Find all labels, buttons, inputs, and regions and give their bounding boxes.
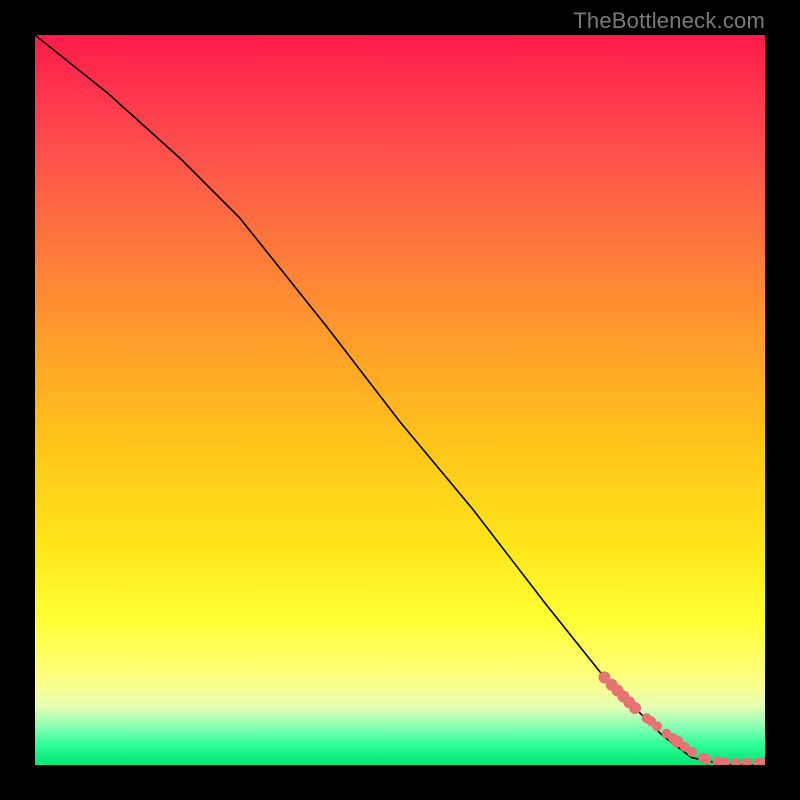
sample-point xyxy=(652,721,662,731)
sample-point xyxy=(731,758,741,765)
sample-point xyxy=(742,758,752,765)
chart-frame: TheBottleneck.com xyxy=(0,0,800,800)
sample-point xyxy=(687,747,697,757)
plot-area xyxy=(35,35,765,765)
attribution-text: TheBottleneck.com xyxy=(573,8,765,34)
sample-point xyxy=(702,754,712,764)
chart-overlay xyxy=(35,35,765,765)
bottleneck-curve xyxy=(35,35,765,765)
sample-point xyxy=(629,702,641,714)
sample-point xyxy=(759,757,765,765)
